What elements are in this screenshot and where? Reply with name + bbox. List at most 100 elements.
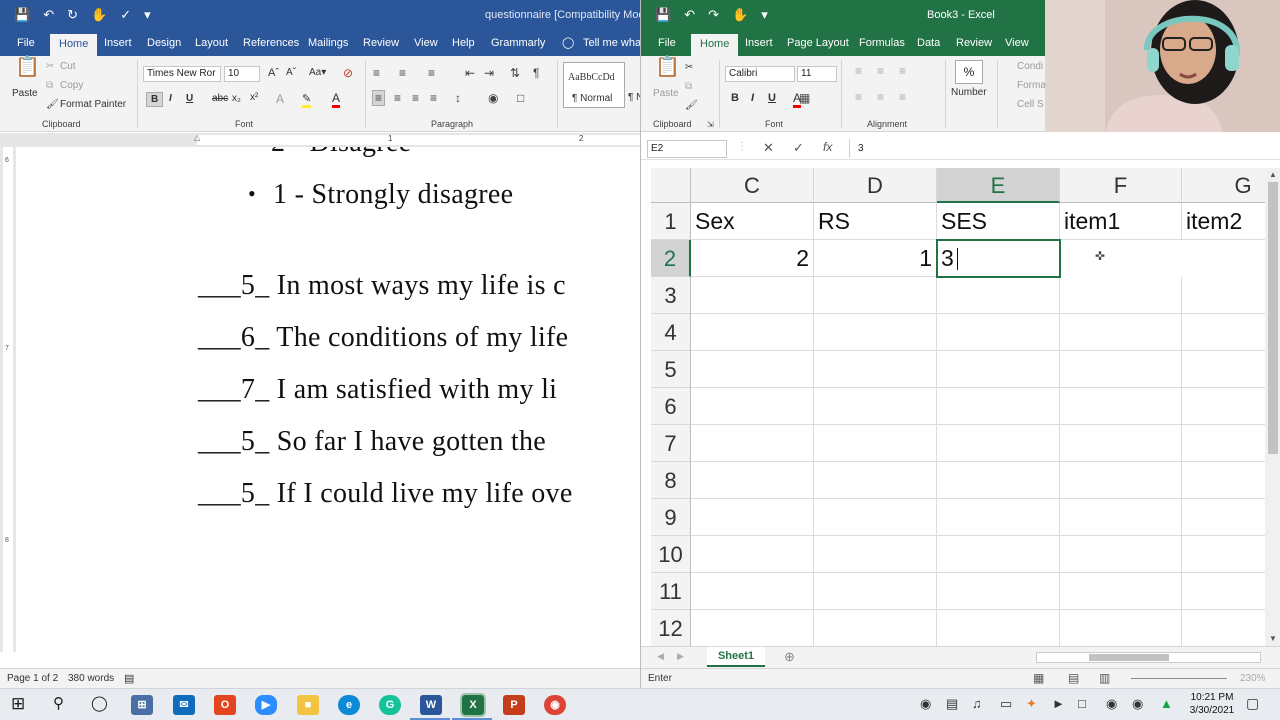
excel-tab-formulas[interactable]: Formulas: [859, 35, 905, 51]
word-horizontal-ruler[interactable]: △ 1 2: [0, 133, 640, 147]
borders-icon[interactable]: □: [517, 91, 524, 105]
empty-cell[interactable]: [1060, 314, 1182, 351]
empty-cell[interactable]: [1182, 536, 1265, 573]
italic-icon[interactable]: I: [169, 93, 172, 104]
word-tab-home[interactable]: Home: [50, 34, 98, 56]
office-app-icon[interactable]: O: [214, 695, 236, 715]
scroll-up-icon[interactable]: ▲: [1269, 170, 1277, 179]
column-header-d[interactable]: D: [814, 168, 937, 203]
excel-tab-data[interactable]: Data: [917, 35, 940, 51]
empty-cell[interactable]: [937, 462, 1060, 499]
grammarly-app-icon[interactable]: G: [379, 695, 401, 715]
empty-cell[interactable]: [1182, 499, 1265, 536]
font-color-icon[interactable]: A: [793, 91, 802, 108]
number-button[interactable]: Number: [951, 87, 987, 98]
horizontal-scrollbar[interactable]: [1036, 652, 1261, 663]
notifications-icon[interactable]: ▢: [1246, 695, 1259, 712]
pilcrow-icon[interactable]: ¶: [533, 66, 539, 80]
formula-input[interactable]: 3: [849, 139, 1271, 158]
next-sheet-icon[interactable]: ▶: [677, 651, 684, 662]
search-icon[interactable]: ⚲: [53, 694, 64, 712]
empty-cell[interactable]: [937, 314, 1060, 351]
empty-cell[interactable]: [937, 499, 1060, 536]
empty-cell[interactable]: [814, 499, 937, 536]
align-center-icon[interactable]: ≡: [394, 91, 401, 105]
word-tab-file[interactable]: File: [17, 35, 35, 51]
empty-cell[interactable]: [814, 610, 937, 646]
touch-mode-icon[interactable]: ✋: [732, 7, 748, 23]
italic-icon[interactable]: I: [751, 92, 754, 104]
insert-function-icon[interactable]: fx: [823, 140, 832, 154]
file-explorer-icon[interactable]: ■: [297, 695, 319, 715]
change-case-icon[interactable]: Aa▾: [309, 67, 326, 78]
empty-cell[interactable]: [1060, 610, 1182, 646]
align-center-icon[interactable]: ≡: [877, 90, 884, 104]
row-header-9[interactable]: 9: [651, 499, 691, 536]
empty-cell[interactable]: [937, 425, 1060, 462]
empty-cell[interactable]: [814, 351, 937, 388]
row-header-4[interactable]: 4: [651, 314, 691, 351]
system-clock[interactable]: 10:21 PM 3/30/2021: [1182, 691, 1242, 717]
format-painter-icon[interactable]: 🖌: [685, 99, 698, 113]
line-spacing-icon[interactable]: ↕: [455, 91, 461, 105]
zoom-slider[interactable]: [1131, 678, 1227, 679]
excel-tab-page-layout[interactable]: Page Layout: [787, 35, 849, 51]
save-icon[interactable]: 💾: [655, 7, 671, 23]
empty-cell[interactable]: [691, 536, 814, 573]
network-icon[interactable]: ▤: [946, 696, 958, 712]
bold-icon[interactable]: B: [731, 92, 739, 104]
spelling-icon[interactable]: ✓: [120, 7, 131, 23]
chrome-taskbar-icon[interactable]: ◉: [544, 695, 566, 715]
superscript-icon[interactable]: x²: [250, 92, 258, 103]
cut-button[interactable]: Cut: [60, 61, 76, 72]
normal-view-icon[interactable]: ▦: [1033, 671, 1044, 685]
format-painter-icon[interactable]: 🖌: [46, 98, 59, 112]
empty-cell[interactable]: [937, 536, 1060, 573]
empty-cell[interactable]: [814, 277, 937, 314]
customize-qat-icon[interactable]: ▾: [761, 7, 768, 23]
empty-cell[interactable]: [1182, 314, 1265, 351]
volume-icon[interactable]: ♫: [972, 696, 982, 711]
row-header-11[interactable]: 11: [651, 573, 691, 610]
word-tab-design[interactable]: Design: [147, 35, 181, 51]
cut-icon[interactable]: ✂: [685, 61, 693, 75]
empty-cell[interactable]: [691, 425, 814, 462]
font-size-box[interactable]: 11: [797, 66, 837, 82]
new-sheet-icon[interactable]: ⊕: [784, 649, 795, 665]
empty-cell[interactable]: [691, 351, 814, 388]
empty-cell[interactable]: [1060, 425, 1182, 462]
save-icon[interactable]: 💾: [14, 7, 30, 23]
select-all-corner[interactable]: [651, 168, 691, 203]
format-as-table-button[interactable]: Forma: [1017, 80, 1046, 91]
mail-app-icon[interactable]: ✉: [173, 695, 195, 715]
cell-f1[interactable]: item1: [1060, 203, 1182, 240]
redo-icon[interactable]: ↻: [67, 7, 78, 23]
highlight-icon[interactable]: ✎: [302, 92, 312, 108]
word-vertical-ruler[interactable]: 6 7 8: [0, 147, 16, 652]
clear-format-icon[interactable]: ⊘: [343, 66, 353, 80]
align-right-icon[interactable]: ≡: [412, 91, 419, 105]
word-taskbar-icon[interactable]: W: [420, 695, 442, 715]
word-tab-grammarly[interactable]: Grammarly: [491, 35, 545, 51]
empty-cell[interactable]: [1060, 536, 1182, 573]
paste-icon[interactable]: 📋: [15, 57, 40, 77]
tray-app-icon[interactable]: ◉: [1106, 696, 1117, 712]
scroll-down-icon[interactable]: ▼: [1269, 634, 1277, 643]
font-size-box[interactable]: 10: [224, 66, 260, 82]
page-break-view-icon[interactable]: ▥: [1099, 671, 1110, 685]
excel-taskbar-icon[interactable]: X: [460, 693, 486, 717]
excel-tab-home[interactable]: Home: [691, 34, 739, 56]
column-header-e[interactable]: E: [937, 168, 1060, 203]
align-left-icon[interactable]: ≡: [855, 90, 862, 104]
strikethrough-icon[interactable]: abc: [212, 93, 228, 104]
copy-icon[interactable]: ⧉: [685, 80, 692, 94]
row-header-3[interactable]: 3: [651, 277, 691, 314]
undo-icon[interactable]: ↶: [43, 7, 54, 23]
row-header-2[interactable]: 2: [651, 240, 691, 277]
column-header-g[interactable]: G: [1182, 168, 1265, 203]
empty-cell[interactable]: [814, 425, 937, 462]
redo-icon[interactable]: ↷: [708, 7, 719, 23]
font-color-icon[interactable]: A: [332, 91, 341, 108]
word-tell-me[interactable]: Tell me what: [583, 35, 640, 51]
empty-cell[interactable]: [814, 536, 937, 573]
